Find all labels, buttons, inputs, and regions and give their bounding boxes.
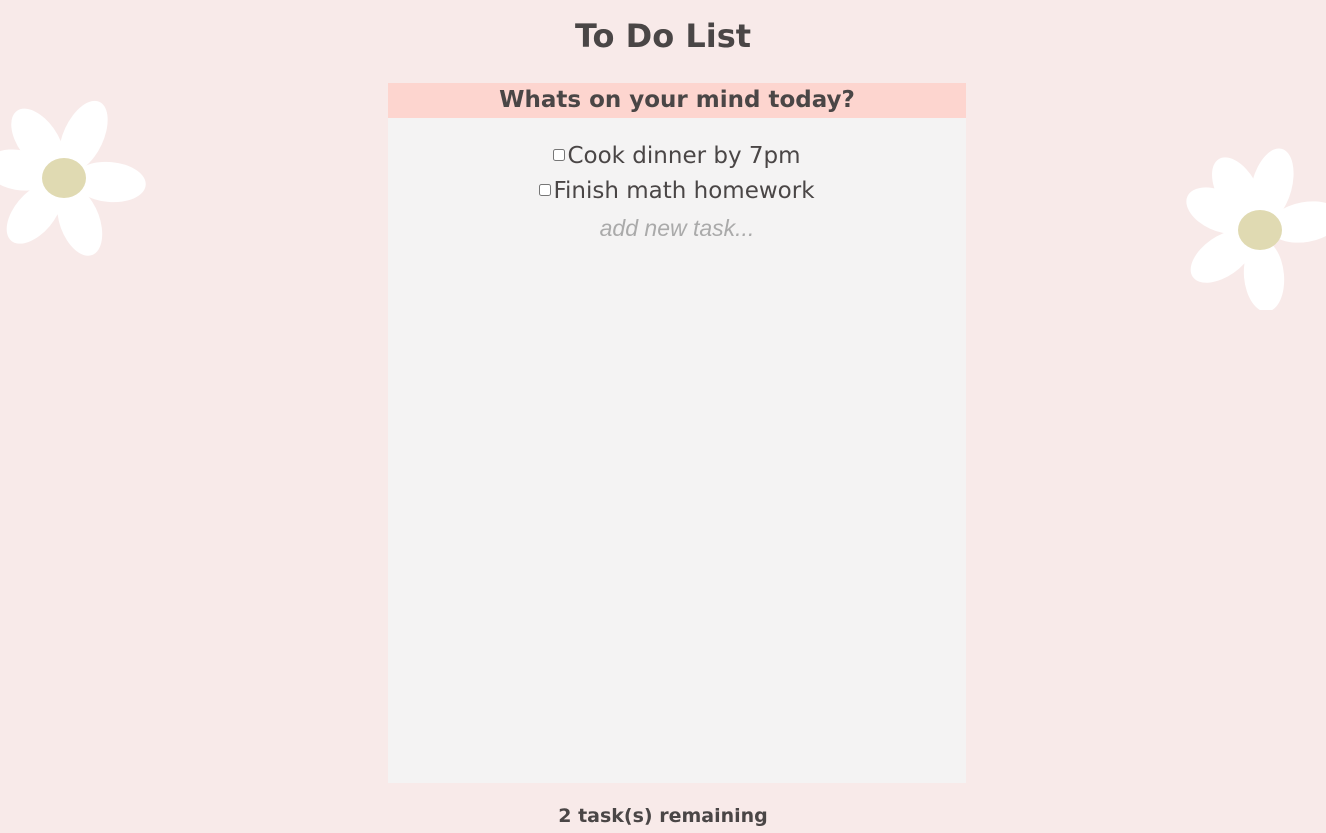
page-title: To Do List [574, 17, 752, 55]
task-item: Finish math homework [388, 175, 966, 210]
task-label: Finish math homework [553, 178, 815, 204]
task-checkbox[interactable] [553, 149, 566, 161]
task-label: Cook dinner by 7pm [567, 143, 801, 169]
daisy-flower-icon-right [1186, 148, 1326, 310]
tasks-remaining-count: 2 task(s) remaining [558, 805, 768, 827]
daisy-flower-icon-left [0, 100, 146, 256]
card-heading: Whats on your mind today? [388, 83, 966, 118]
task-item: Cook dinner by 7pm [388, 140, 966, 175]
task-list: Cook dinner by 7pm Finish math homework [388, 118, 966, 210]
todo-card: Whats on your mind today? Cook dinner by… [388, 83, 966, 783]
new-task-input[interactable] [527, 212, 827, 244]
task-checkbox[interactable] [539, 184, 552, 196]
